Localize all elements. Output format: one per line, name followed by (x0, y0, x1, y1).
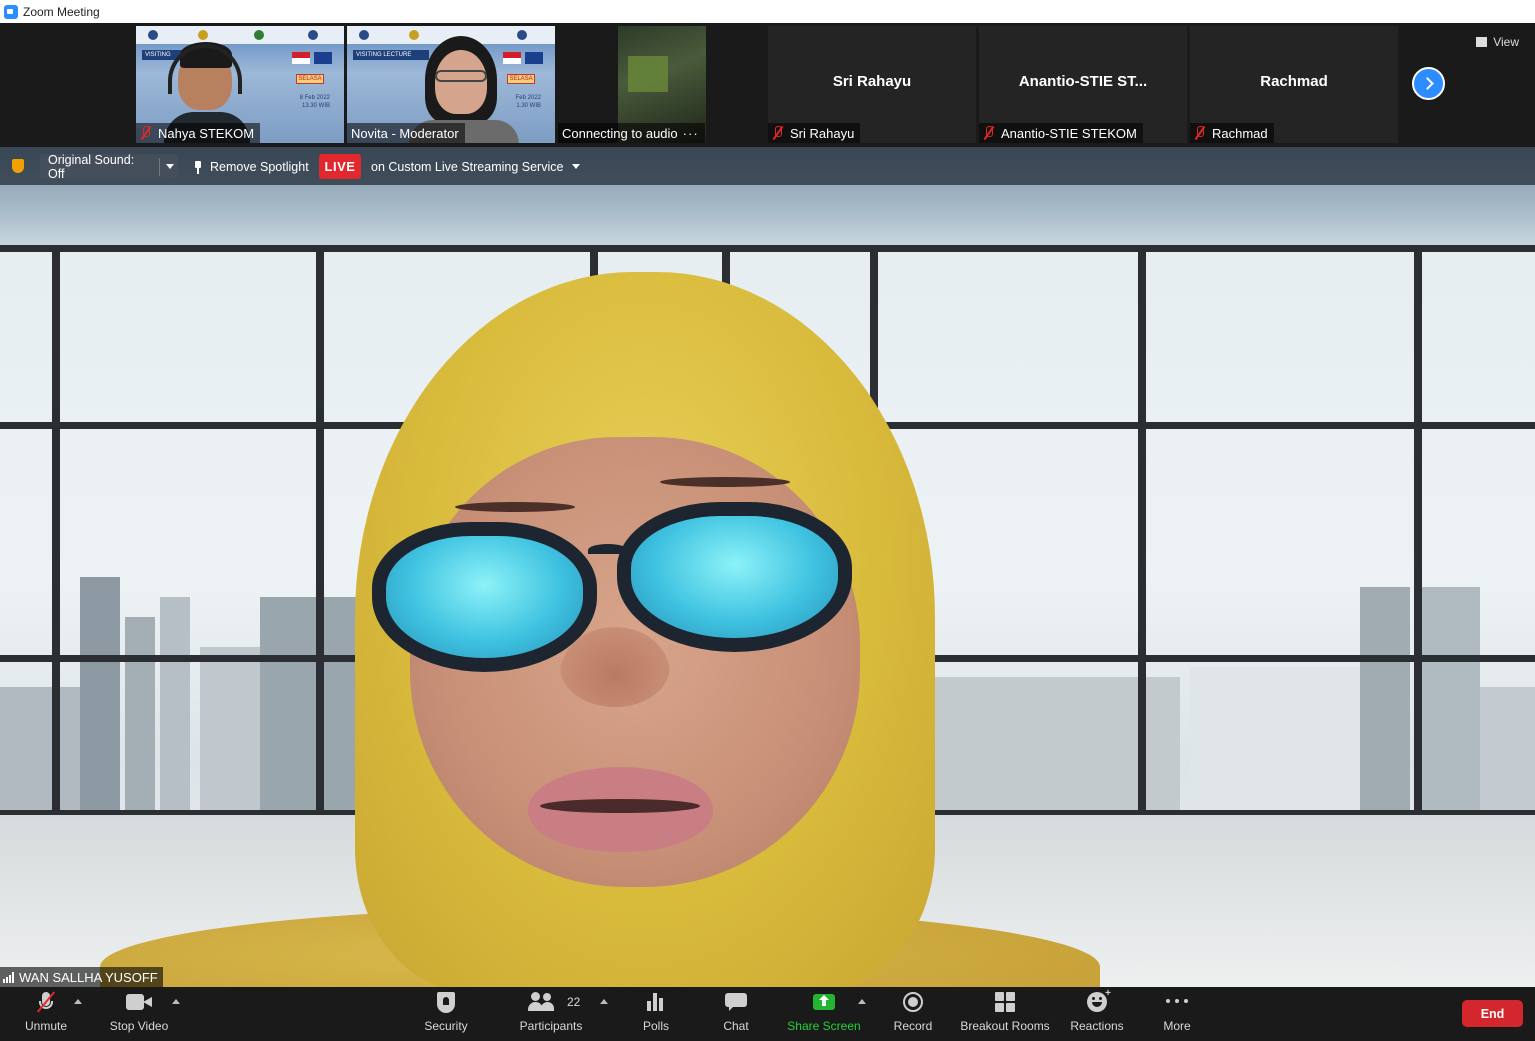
more-button[interactable]: More (1156, 987, 1198, 1041)
participant-name-tag: Anantio-STIE STEKOM (979, 123, 1143, 143)
pin-icon (194, 160, 202, 174)
breakout-rooms-icon (995, 992, 1015, 1012)
date-time: Feb 2022 1.30 WIB (515, 95, 541, 109)
mic-muted-icon (983, 126, 995, 140)
window-titlebar: Zoom Meeting (0, 0, 1535, 23)
participant-tile-novita[interactable]: VISITING LECTURE SELASA Feb 2022 1.30 WIB… (347, 26, 555, 143)
mic-muted-icon (140, 126, 152, 140)
polls-button[interactable]: Polls (636, 987, 676, 1041)
glasses-left-lens (372, 522, 597, 672)
original-sound-dropdown-icon[interactable] (166, 164, 174, 169)
banner-label: VISITING LECTURE (353, 50, 429, 60)
indonesia-flag-icon (503, 52, 521, 64)
participants-icon (528, 992, 556, 1012)
remove-spotlight-button[interactable]: Remove Spotlight (194, 154, 309, 179)
participant-display-name: Rachmad (1260, 73, 1328, 90)
participant-name-tag: Novita - Moderator (347, 123, 465, 143)
record-button[interactable]: Record (889, 987, 937, 1041)
share-screen-icon (813, 994, 835, 1010)
microphone-muted-icon (36, 991, 56, 1013)
gallery-strip: VISITING SELASA 8 Feb 2022 13.30 WIB Nahy… (0, 23, 1535, 147)
bar-chart-icon (647, 993, 665, 1011)
bottom-toolbar: Unmute Stop Video Security Participants … (0, 987, 1535, 1041)
chat-bubble-icon (725, 993, 747, 1011)
share-screen-button[interactable]: Share Screen (786, 987, 862, 1041)
shield-icon (437, 991, 455, 1013)
connection-signal-icon (3, 971, 14, 983)
malaysia-flag-icon (314, 52, 332, 64)
participant-tile-anantio[interactable]: Anantio-STIE ST... Anantio-STIE STEKOM (979, 26, 1187, 143)
live-badge: LIVE (319, 154, 361, 179)
date-time: 8 Feb 2022 13.30 WIB (299, 95, 330, 109)
glasses-right-lens (617, 502, 852, 652)
unmute-button[interactable]: Unmute (18, 987, 74, 1041)
participant-display-name: Anantio-STIE ST... (1018, 73, 1148, 90)
window-title: Zoom Meeting (23, 4, 100, 19)
gallery-next-page-button[interactable] (1412, 67, 1445, 100)
view-button[interactable]: View (1476, 35, 1519, 49)
meeting-controls-bar: Original Sound: Off Remove Spotlight on … (0, 147, 1535, 185)
participant-tile-connecting[interactable]: Connecting to audio ··· (558, 26, 706, 143)
grid-view-icon (1476, 37, 1488, 47)
active-speaker-video (0, 147, 1535, 987)
video-camera-icon (126, 994, 152, 1010)
indonesia-flag-icon (292, 52, 310, 64)
participant-count-badge: 22 (567, 995, 581, 1009)
participant-name-tag: Rachmad (1190, 123, 1274, 143)
zoom-app-icon (4, 4, 18, 19)
stop-video-button[interactable]: Stop Video (104, 987, 174, 1041)
mic-muted-icon (1194, 126, 1206, 140)
glasses-icon (435, 70, 487, 82)
record-icon (903, 992, 923, 1012)
video-detail (628, 56, 668, 92)
audio-options-caret-icon[interactable] (74, 999, 82, 1004)
participant-tile-nahya[interactable]: VISITING SELASA 8 Feb 2022 13.30 WIB Nahy… (136, 26, 344, 143)
participant-face (435, 50, 487, 114)
participants-options-caret-icon[interactable] (600, 999, 608, 1004)
reactions-button[interactable]: + Reactions (1068, 987, 1126, 1041)
participant-name-tag: Nahya STEKOM (136, 123, 261, 143)
malaysia-flag-icon (525, 52, 543, 64)
participant-name-tag: Connecting to audio ··· (558, 123, 705, 143)
participant-tile-rachmad[interactable]: Rachmad Rachmad (1190, 26, 1398, 143)
virtual-background-banner (136, 26, 344, 44)
mic-muted-icon (772, 126, 784, 140)
chat-button[interactable]: Chat (716, 987, 756, 1041)
video-options-caret-icon[interactable] (172, 999, 180, 1004)
day-label: SELASA (296, 74, 324, 84)
active-speaker-name-tag: WAN SALLHA YUSOFF (0, 967, 163, 987)
participant-name-tag: Sri Rahayu (768, 123, 861, 143)
share-options-caret-icon[interactable] (858, 999, 866, 1004)
breakout-rooms-button[interactable]: Breakout Rooms (958, 987, 1052, 1041)
participant-display-name: Sri Rahayu (832, 73, 912, 90)
live-streaming-dropdown[interactable]: on Custom Live Streaming Service (371, 154, 581, 179)
end-meeting-button[interactable]: End (1462, 1000, 1523, 1027)
live-streaming-caret-icon (572, 164, 581, 169)
smiley-add-icon: + (1087, 988, 1111, 1012)
original-sound-toggle[interactable]: Original Sound: Off (40, 153, 178, 181)
more-dots-icon (1166, 999, 1188, 1005)
security-shield-icon[interactable] (12, 159, 24, 173)
day-label: SELASA (507, 74, 535, 84)
participant-tile-sri-rahayu[interactable]: Sri Rahayu Sri Rahayu (768, 26, 976, 143)
security-button[interactable]: Security (418, 987, 474, 1041)
more-options-icon[interactable]: ··· (683, 126, 699, 141)
chevron-right-icon (1420, 77, 1434, 90)
speaker-nose (560, 627, 670, 707)
